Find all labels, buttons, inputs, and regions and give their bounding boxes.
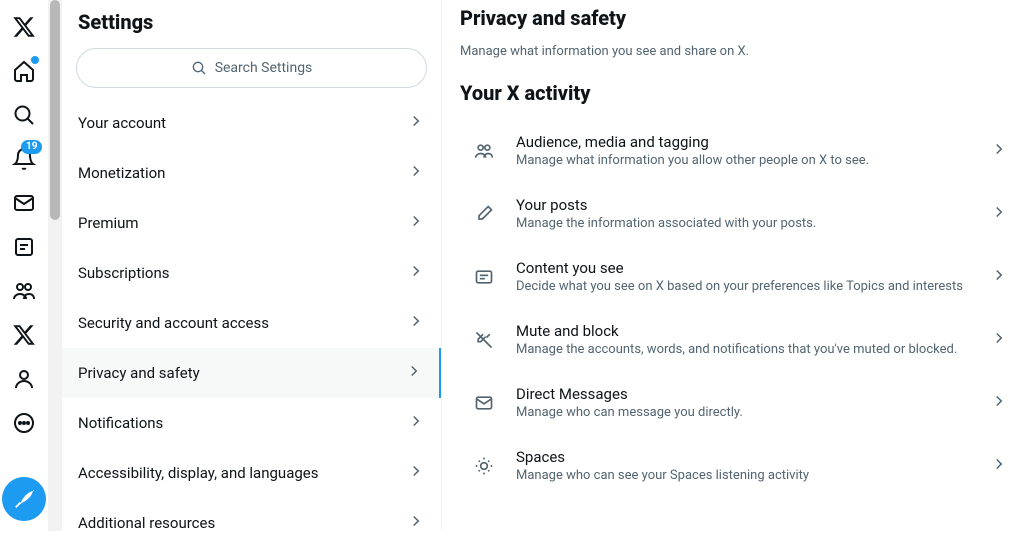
settings-item-subscriptions[interactable]: Subscriptions (62, 248, 441, 298)
activity-title: Spaces (516, 448, 972, 466)
activity-desc: Manage who can see your Spaces listening… (516, 468, 972, 483)
communities-icon[interactable] (3, 270, 45, 312)
activity-title: Mute and block (516, 322, 972, 340)
search-settings-input[interactable]: Search Settings (76, 48, 427, 88)
page-scrollbar[interactable] (48, 0, 62, 531)
settings-item-premium[interactable]: Premium (62, 198, 441, 248)
settings-item-notifications[interactable]: Notifications (62, 398, 441, 448)
settings-item-label: Premium (78, 214, 139, 232)
search-icon[interactable] (3, 94, 45, 136)
chevron-right-icon (407, 212, 425, 234)
detail-subtitle: Manage what information you see and shar… (460, 44, 1016, 59)
scrollbar-thumb[interactable] (50, 0, 60, 220)
activity-desc: Manage who can message you directly. (516, 405, 972, 420)
chevron-right-icon (407, 462, 425, 484)
activity-desc: Manage the information associated with y… (516, 216, 972, 231)
activity-title: Your posts (516, 196, 972, 214)
chevron-right-icon (407, 262, 425, 284)
settings-item-accessibility-display-and-languages[interactable]: Accessibility, display, and languages (62, 448, 441, 498)
chevron-right-icon (990, 455, 1008, 477)
settings-item-label: Monetization (78, 164, 165, 182)
chevron-right-icon (407, 412, 425, 434)
messages-icon[interactable] (3, 182, 45, 224)
search-placeholder: Search Settings (215, 60, 313, 76)
mute-icon (470, 330, 498, 350)
settings-title: Settings (62, 0, 441, 48)
settings-item-label: Privacy and safety (78, 364, 200, 382)
activity-item-your-posts[interactable]: Your posts Manage the information associa… (460, 182, 1016, 245)
settings-item-monetization[interactable]: Monetization (62, 148, 441, 198)
detail-title: Privacy and safety (460, 6, 1016, 30)
notifications-icon[interactable]: 19 (3, 138, 45, 180)
people-icon (470, 141, 498, 161)
settings-item-label: Security and account access (78, 314, 269, 332)
activity-item-mute-and-block[interactable]: Mute and block Manage the accounts, words… (460, 308, 1016, 371)
activity-item-content-you-see[interactable]: Content you see Decide what you see on X … (460, 245, 1016, 308)
chevron-right-icon (990, 392, 1008, 414)
settings-item-label: Your account (78, 114, 166, 132)
activity-item-direct-messages[interactable]: Direct Messages Manage who can message yo… (460, 371, 1016, 434)
chevron-right-icon (990, 329, 1008, 351)
activity-title: Direct Messages (516, 385, 972, 403)
section-title: Your X activity (460, 81, 1016, 105)
pencil-icon (470, 204, 498, 224)
activity-desc: Decide what you see on X based on your p… (516, 279, 972, 294)
chevron-right-icon (407, 112, 425, 134)
chevron-right-icon (407, 312, 425, 334)
settings-item-label: Accessibility, display, and languages (78, 464, 318, 482)
nav-rail: 19 (0, 0, 48, 531)
notifications-badge: 19 (21, 140, 42, 154)
activity-desc: Manage what information you allow other … (516, 153, 972, 168)
activity-text: Spaces Manage who can see your Spaces lis… (516, 448, 972, 483)
activity-desc: Manage the accounts, words, and notifica… (516, 342, 972, 357)
activity-item-spaces[interactable]: Spaces Manage who can see your Spaces lis… (460, 434, 1016, 497)
settings-item-privacy-and-safety[interactable]: Privacy and safety (62, 348, 441, 398)
activity-text: Your posts Manage the information associa… (516, 196, 972, 231)
chevron-right-icon (990, 140, 1008, 162)
settings-item-additional-resources[interactable]: Additional resources (62, 498, 441, 548)
chevron-right-icon (407, 162, 425, 184)
settings-item-label: Subscriptions (78, 264, 169, 282)
content-icon (470, 267, 498, 287)
compose-button[interactable] (2, 477, 46, 521)
detail-column: Privacy and safety Manage what informati… (442, 0, 1024, 531)
activity-title: Content you see (516, 259, 972, 277)
activity-item-audience-media-and-tagging[interactable]: Audience, media and tagging Manage what i… (460, 119, 1016, 182)
activity-text: Direct Messages Manage who can message yo… (516, 385, 972, 420)
chevron-right-icon (990, 203, 1008, 225)
home-dot (31, 56, 39, 64)
envelope-icon (470, 393, 498, 413)
profile-icon[interactable] (3, 358, 45, 400)
settings-item-label: Additional resources (78, 514, 215, 532)
settings-list: Your account Monetization Premium Subscript… (62, 98, 441, 548)
activity-text: Mute and block Manage the accounts, words… (516, 322, 972, 357)
activity-title: Audience, media and tagging (516, 133, 972, 151)
settings-item-your-account[interactable]: Your account (62, 98, 441, 148)
search-icon (191, 60, 207, 76)
spaces-icon (470, 456, 498, 476)
chevron-right-icon (405, 362, 423, 384)
activity-text: Content you see Decide what you see on X … (516, 259, 972, 294)
settings-item-label: Notifications (78, 414, 163, 432)
home-icon[interactable] (3, 50, 45, 92)
more-icon[interactable] (3, 402, 45, 444)
settings-column: Settings Search Settings Your account Mon… (62, 0, 442, 531)
x-nav-icon[interactable] (3, 314, 45, 356)
lists-icon[interactable] (3, 226, 45, 268)
chevron-right-icon (990, 266, 1008, 288)
settings-item-security-and-account-access[interactable]: Security and account access (62, 298, 441, 348)
activity-list: Audience, media and tagging Manage what i… (460, 119, 1016, 497)
activity-text: Audience, media and tagging Manage what i… (516, 133, 972, 168)
x-logo-icon[interactable] (3, 6, 45, 48)
